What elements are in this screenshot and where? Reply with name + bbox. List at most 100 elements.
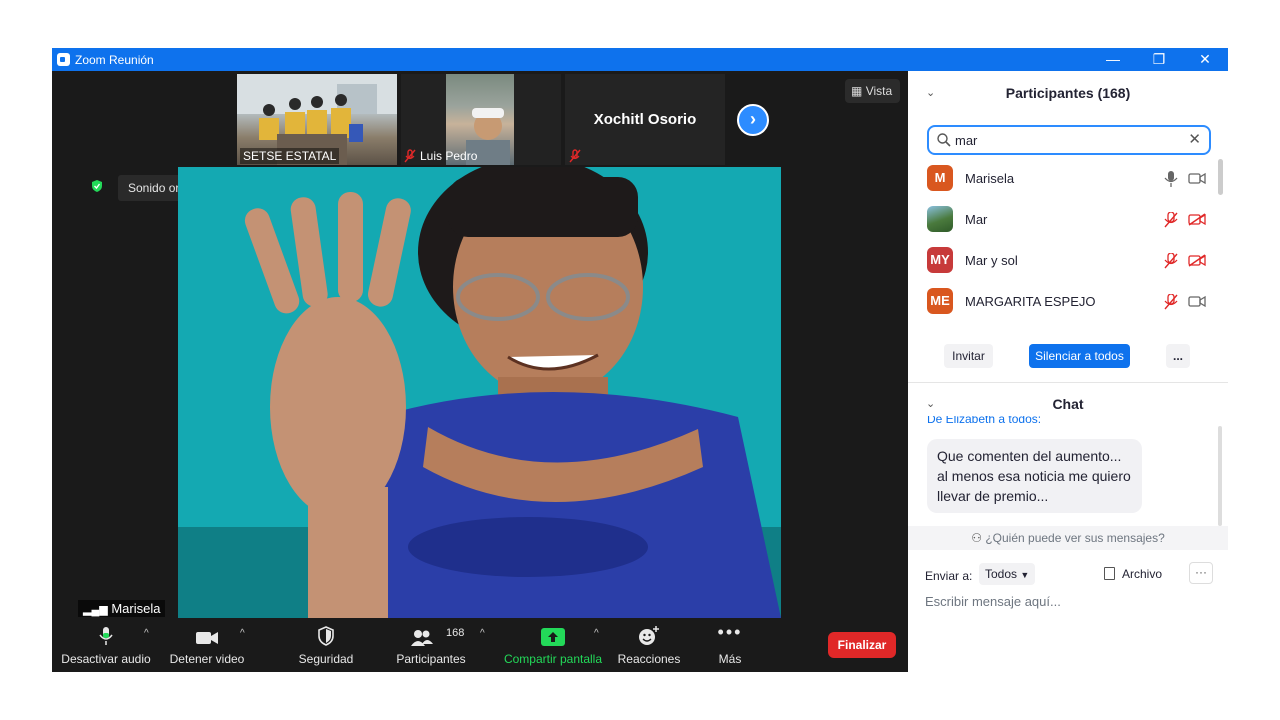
person-icon: ⚇: [971, 531, 982, 545]
avatar: [927, 206, 953, 232]
maximize-button[interactable]: ❐: [1136, 48, 1182, 71]
end-meeting-button[interactable]: Finalizar: [828, 632, 896, 658]
muted-mic-icon[interactable]: [1164, 212, 1178, 228]
security-shield-icon: [318, 626, 334, 646]
more-options-button[interactable]: ...: [1166, 344, 1190, 368]
more-button[interactable]: ••• Más: [702, 618, 758, 672]
speaker-name: Marisela: [111, 601, 161, 616]
minimize-button[interactable]: —: [1090, 48, 1136, 71]
invite-button[interactable]: Invitar: [944, 344, 993, 368]
chat-message-bubble: Que comenten del aumento... al menos esa…: [927, 439, 1142, 513]
reactions-smiley-icon: [639, 626, 659, 645]
recipient-value: Todos: [985, 567, 1018, 581]
video-camera-icon[interactable]: [1188, 172, 1206, 185]
participants-title: Participantes (168): [1005, 85, 1131, 101]
chat-sender-text: De Elizabeth a todos:: [927, 416, 1042, 424]
participants-label: Participantes: [396, 652, 466, 666]
mute-audio-label: Desactivar audio: [61, 652, 151, 666]
search-icon: [937, 133, 951, 147]
participant-row[interactable]: Mar: [908, 200, 1228, 241]
chat-message-text: Que comenten del aumento... al menos esa…: [937, 448, 1131, 504]
active-speaker-video: [178, 167, 781, 618]
thumbnail-name: Xochitl Osorio: [593, 111, 697, 128]
avatar: MY: [927, 247, 953, 273]
muted-mic-icon[interactable]: [1164, 294, 1178, 310]
view-button-label: Vista: [865, 84, 893, 98]
thumbnail-name: Luis Pedro: [420, 149, 478, 163]
ellipsis-icon: ···: [1195, 565, 1207, 579]
microphone-icon[interactable]: [1164, 171, 1178, 187]
muted-mic-icon: [569, 149, 581, 163]
participant-name: MARGARITA ESPEJO: [965, 294, 1096, 309]
participants-icon: [411, 630, 433, 646]
window-title: Zoom Reunión: [75, 53, 154, 67]
video-camera-icon[interactable]: [1188, 295, 1206, 308]
participant-search: ✕: [927, 125, 1211, 155]
participants-options-chevron-icon[interactable]: ^: [480, 628, 485, 639]
muted-mic-icon: [404, 149, 416, 163]
share-screen-label: Compartir pantalla: [503, 652, 603, 666]
chat-title: Chat: [1052, 396, 1084, 412]
participant-row[interactable]: M Marisela: [908, 159, 1228, 200]
video-off-icon[interactable]: [1188, 213, 1206, 226]
title-bar: Zoom Reunión — ❐ ✕: [52, 48, 1228, 71]
clear-search-icon[interactable]: ✕: [1188, 130, 1201, 148]
file-button[interactable]: Archivo: [1104, 567, 1162, 581]
signal-icon: ▂▄▆: [83, 604, 108, 616]
participants-count: 168: [446, 627, 465, 639]
chat-more-button[interactable]: ···: [1189, 562, 1213, 584]
side-panel: ⌄ Participantes (168) ✕ M Marisela: [908, 71, 1228, 672]
close-button[interactable]: ✕: [1182, 48, 1228, 71]
send-to-label: Enviar a:: [925, 569, 973, 583]
participant-row[interactable]: MY Mar y sol: [908, 241, 1228, 282]
panel-divider: [908, 382, 1228, 383]
chat-sender-label: De Elizabeth a todos:: [927, 416, 1207, 424]
share-screen-button[interactable]: ^ Compartir pantalla: [500, 618, 606, 672]
security-label: Seguridad: [298, 652, 354, 666]
muted-mic-icon[interactable]: [1164, 253, 1178, 269]
mute-audio-button[interactable]: ^ Desactivar audio: [58, 618, 154, 672]
reactions-button[interactable]: Reacciones: [612, 618, 686, 672]
participant-search-input[interactable]: [955, 131, 1185, 149]
meeting-toolbar: ^ Desactivar audio ^ Detener video Segur…: [52, 618, 908, 672]
thumbnail-name: SETSE ESTATAL: [240, 148, 340, 164]
stop-video-label: Detener video: [169, 652, 245, 666]
recipient-dropdown[interactable]: Todos ▼: [979, 563, 1036, 585]
more-label: Más: [718, 652, 742, 666]
video-stage: SETSE ESTATAL Luis Pedro Xochitl Osorio: [52, 71, 908, 618]
who-can-see-text: ¿Quién puede ver sus mensajes?: [985, 531, 1165, 545]
stop-video-button[interactable]: ^ Detener video: [164, 618, 250, 672]
chevron-right-icon: ›: [750, 109, 756, 129]
microphone-icon: [99, 627, 113, 645]
video-camera-icon: [196, 632, 218, 644]
chat-scrollbar[interactable]: [1218, 426, 1222, 526]
who-can-see-link[interactable]: ⚇ ¿Quién puede ver sus mensajes?: [908, 526, 1228, 550]
avatar: M: [927, 165, 953, 191]
video-thumbnail-luis-pedro[interactable]: Luis Pedro: [401, 74, 561, 165]
share-screen-icon: [541, 628, 565, 646]
view-button[interactable]: ▦ Vista: [845, 79, 900, 103]
share-options-chevron-icon[interactable]: ^: [594, 628, 599, 639]
active-speaker-label: ▂▄▆ Marisela: [78, 600, 166, 617]
participant-row[interactable]: ME MARGARITA ESPEJO: [908, 282, 1228, 323]
audio-options-chevron-icon[interactable]: ^: [144, 628, 149, 639]
video-thumbnail-setse[interactable]: SETSE ESTATAL: [237, 74, 397, 165]
ellipsis-icon: •••: [717, 622, 743, 642]
video-thumbnail-xochitl[interactable]: Xochitl Osorio: [565, 74, 725, 165]
chevron-down-icon: ▼: [1020, 570, 1030, 580]
next-page-button[interactable]: ›: [737, 104, 769, 136]
security-button[interactable]: Seguridad: [288, 618, 364, 672]
participants-header: ⌄ Participantes (168): [908, 73, 1228, 113]
collapse-chevron-icon[interactable]: ⌄: [926, 73, 935, 113]
chat-message-input[interactable]: [925, 589, 1215, 613]
video-options-chevron-icon[interactable]: ^: [240, 628, 245, 639]
video-off-icon[interactable]: [1188, 254, 1206, 267]
participant-name: Mar y sol: [965, 253, 1018, 268]
grid-icon: ▦: [851, 84, 863, 98]
participants-button[interactable]: 168 ^ Participantes: [388, 618, 484, 672]
participants-scrollbar[interactable]: [1218, 159, 1223, 195]
avatar: ME: [927, 288, 953, 314]
encryption-shield-icon: [92, 180, 102, 192]
file-label: Archivo: [1122, 567, 1163, 581]
mute-all-button[interactable]: Silenciar a todos: [1029, 344, 1130, 368]
